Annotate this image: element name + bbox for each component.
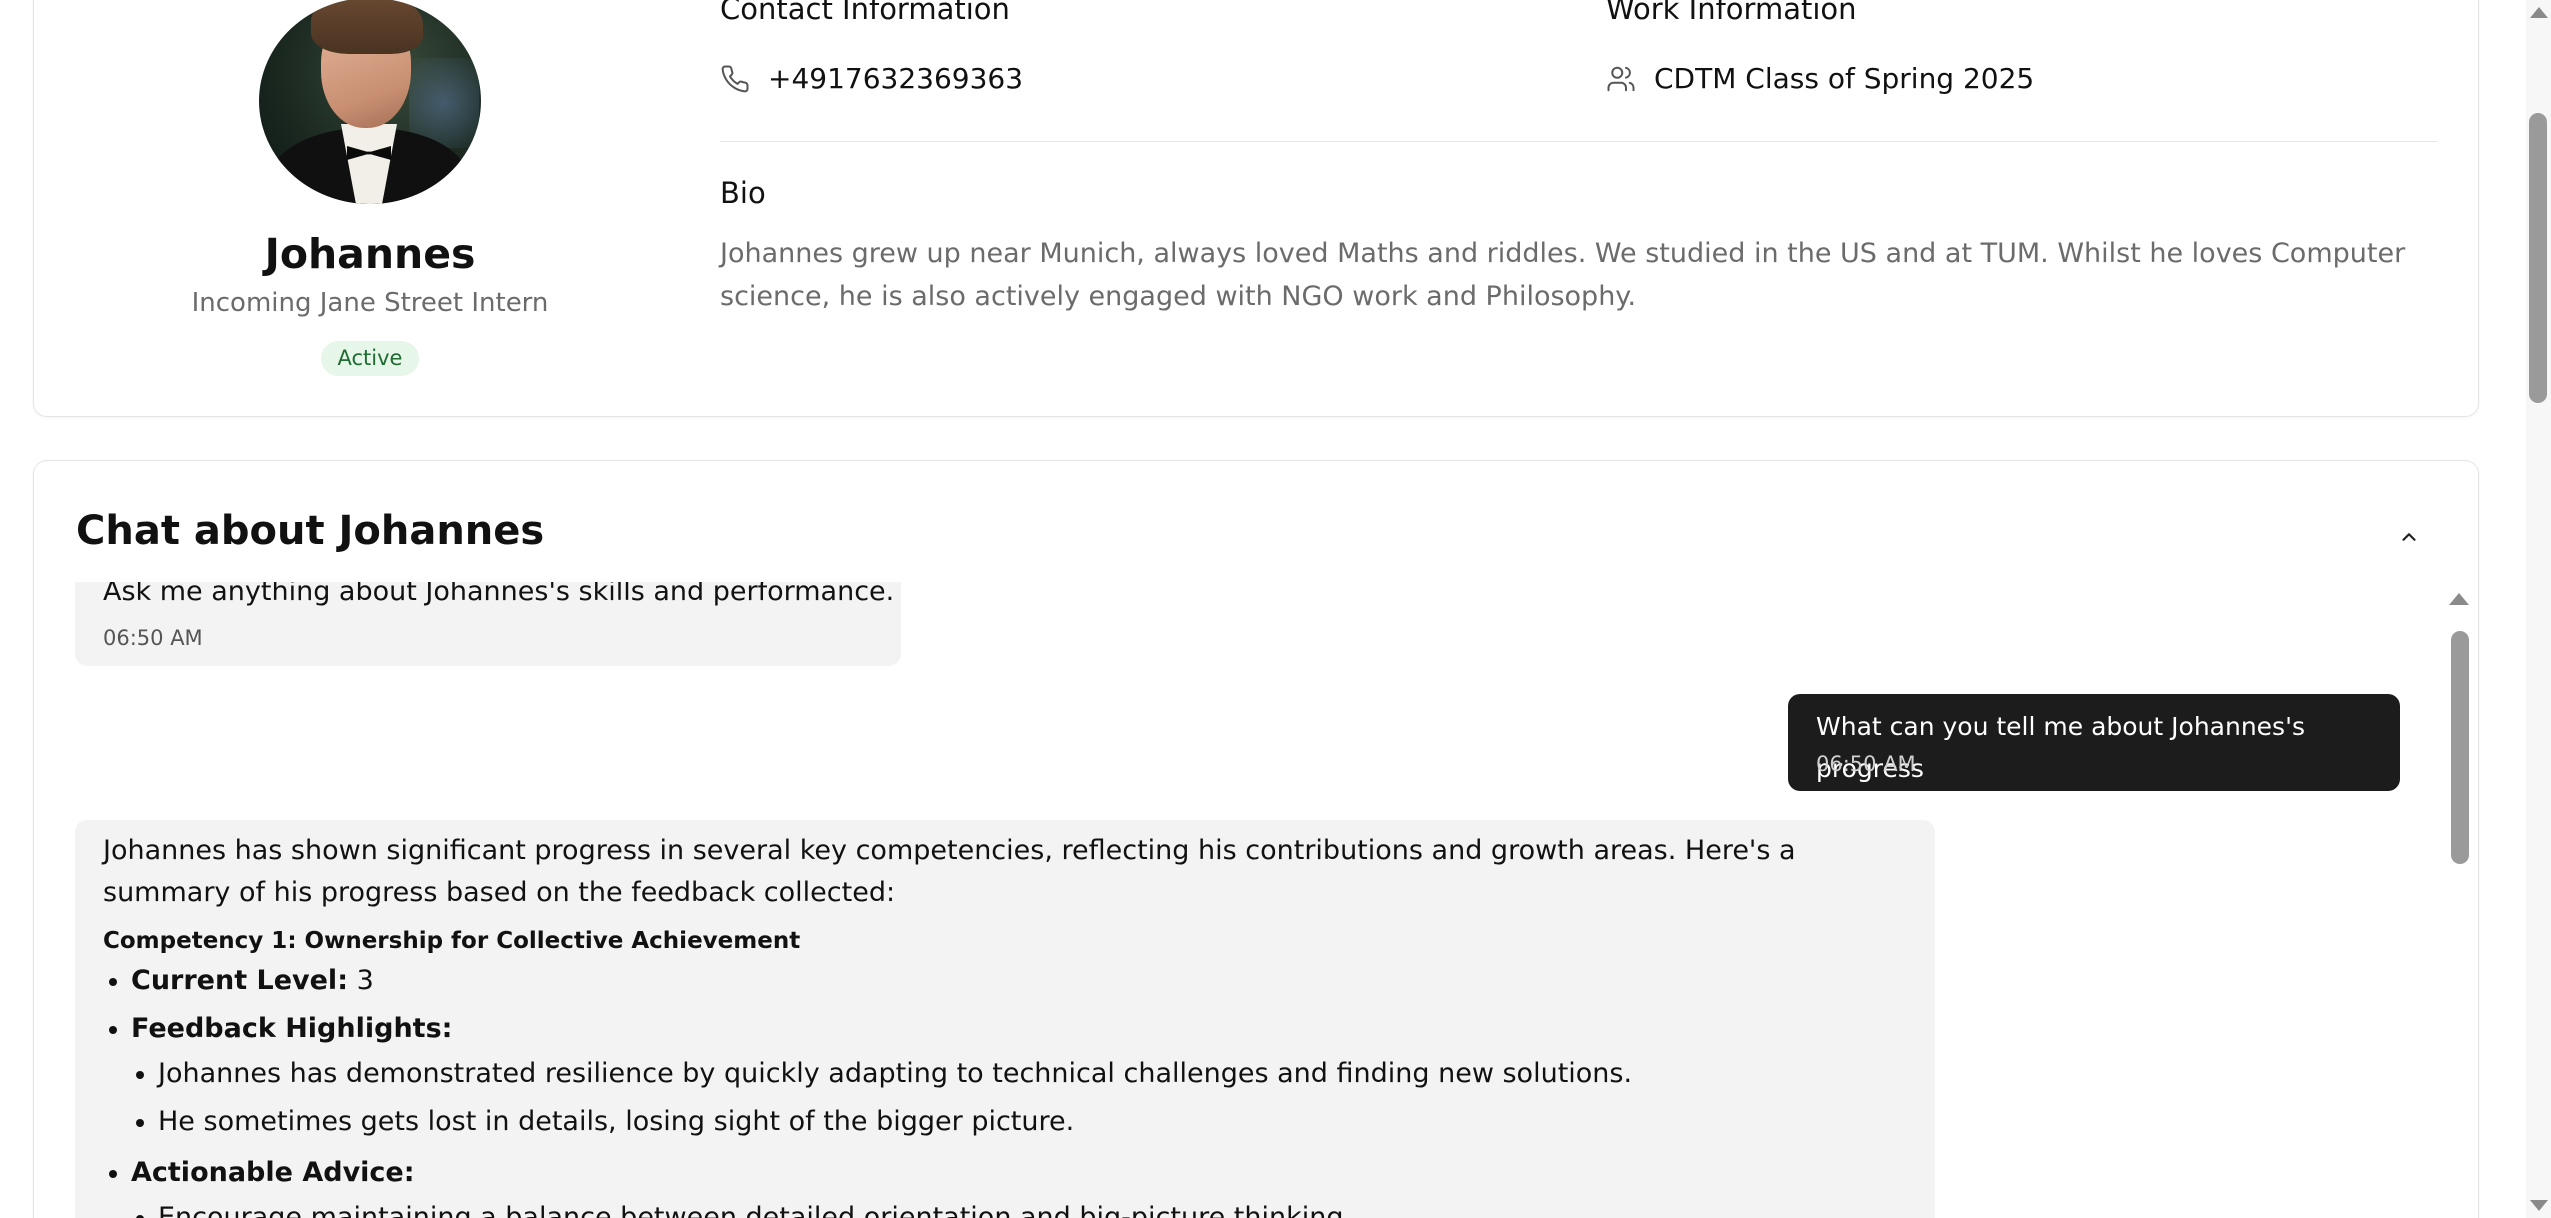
work-info-heading: Work Information (1606, 0, 1857, 26)
chat-title: Chat about Johannes (76, 508, 545, 554)
chat-scroll-up-button[interactable] (2449, 593, 2469, 605)
chevron-up-icon (2398, 526, 2420, 552)
work-group: CDTM Class of Spring 2025 (1654, 62, 2035, 95)
phone-row[interactable]: +4917632369363 (720, 62, 1023, 95)
avatar (259, 0, 481, 204)
competency-list: Current Level: 3 Feedback Highlights: Jo… (103, 960, 1903, 1218)
feedback-item: Johannes has demonstrated resilience by … (103, 1050, 1903, 1098)
assistant-message: Ask me anything about Johannes's skills … (75, 582, 901, 666)
status-badge: Active (321, 341, 419, 376)
collapse-chat-button[interactable] (2392, 522, 2426, 556)
message-time: 06:50 AM (1816, 752, 1916, 776)
page-scroll-down-button[interactable] (2530, 1200, 2548, 1211)
user-message: What can you tell me about Johannes's pr… (1788, 694, 2400, 791)
profile-name: Johannes (264, 230, 476, 278)
feedback-highlights-label: Feedback Highlights: (131, 1013, 453, 1044)
page-root: Johannes Incoming Jane Street Intern Act… (0, 0, 2551, 1218)
actionable-advice-label: Actionable Advice: (131, 1157, 415, 1188)
page-scroll-up-button[interactable] (2530, 7, 2548, 18)
feedback-item: He sometimes gets lost in details, losin… (103, 1098, 1903, 1146)
page-scrollbar-thumb[interactable] (2529, 113, 2547, 403)
chat-messages[interactable]: Ask me anything about Johannes's skills … (75, 582, 2445, 1218)
users-icon (1606, 64, 1636, 94)
current-level-item: Current Level: 3 (103, 960, 1903, 1002)
current-level-label: Current Level: (131, 965, 348, 996)
work-group-row: CDTM Class of Spring 2025 (1606, 62, 2034, 95)
chat-scrollbar-thumb[interactable] (2451, 631, 2469, 864)
profile-role: Incoming Jane Street Intern (191, 288, 549, 318)
message-text: What can you tell me about Johannes's pr… (1816, 712, 2305, 783)
message-text: Ask me anything about Johannes's skills … (103, 582, 895, 607)
phone-number[interactable]: +4917632369363 (768, 62, 1023, 95)
feedback-highlights-item: Feedback Highlights: (103, 1008, 1903, 1050)
competency-heading: Competency 1: Ownership for Collective A… (103, 928, 801, 954)
message-intro: Johannes has shown significant progress … (103, 835, 1796, 908)
actionable-advice-item: Actionable Advice: (103, 1152, 1903, 1194)
advice-item: Encourage maintaining a balance between … (103, 1194, 1903, 1218)
divider (720, 141, 2437, 142)
assistant-message: Johannes has shown significant progress … (75, 820, 1935, 1218)
bio-text: Johannes grew up near Munich, always lov… (720, 238, 2406, 312)
current-level-value: 3 (356, 965, 374, 996)
bio-heading: Bio (720, 176, 766, 210)
message-time: 06:50 AM (103, 626, 203, 650)
contact-info-heading: Contact Information (720, 0, 1010, 26)
phone-icon (720, 64, 750, 94)
